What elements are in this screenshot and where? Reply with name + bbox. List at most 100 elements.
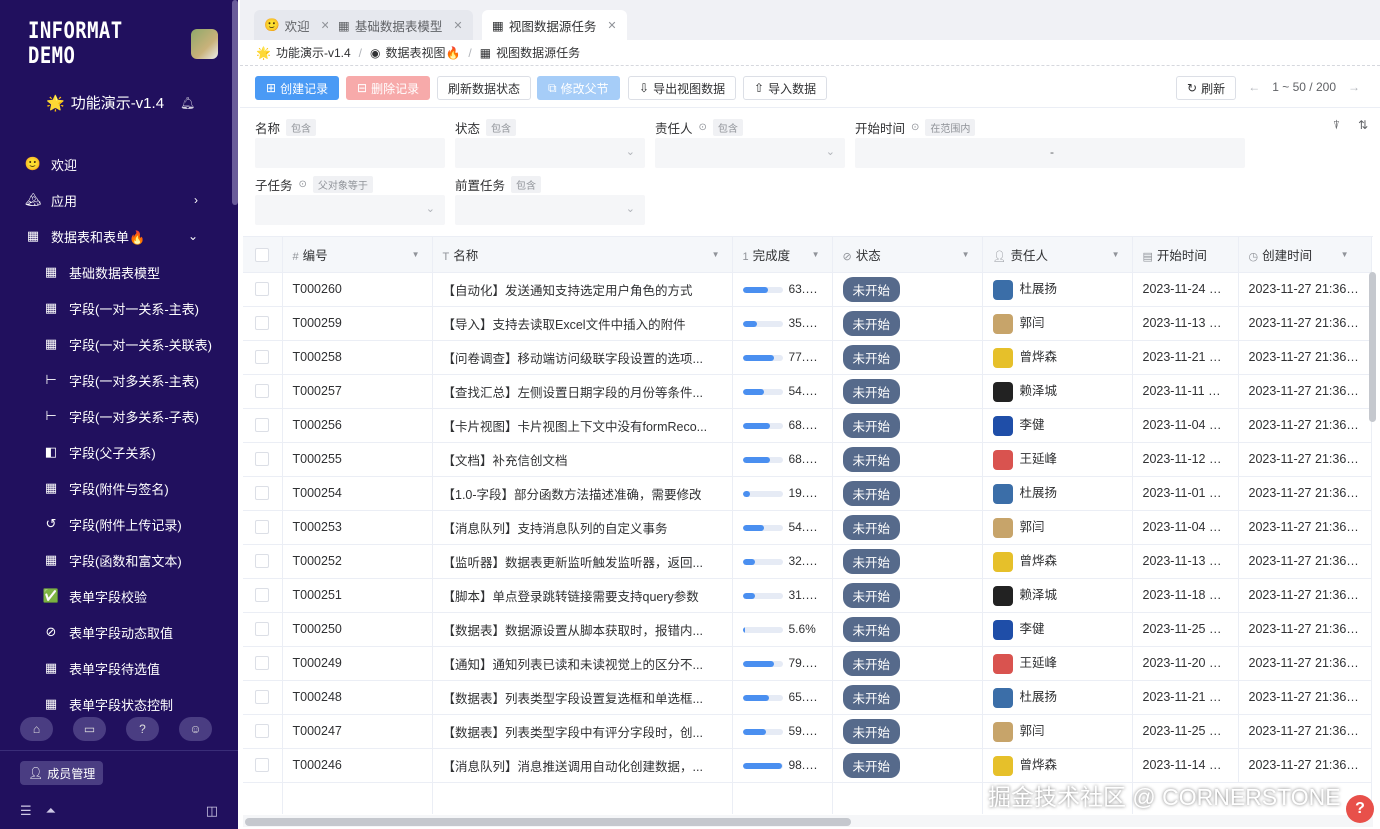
sidebar-scrollbar[interactable] [232, 0, 238, 205]
row-checkbox[interactable] [255, 758, 270, 773]
caret-down-icon[interactable]: ▼ [712, 250, 720, 259]
row-checkbox[interactable] [255, 622, 270, 637]
table-row[interactable]: T000253 【消息队列】支持消息队列的自定义事务 54.3% 未开始 郭闫 2023-… [243, 510, 1372, 545]
row-checkbox[interactable] [255, 282, 270, 297]
caret-down-icon[interactable]: ▼ [1341, 250, 1349, 259]
table-row[interactable]: T000247 【数据表】列表类型字段中有评分字段时，创... 59.4% 未开始 郭闫… [243, 714, 1372, 749]
message-icon[interactable]: ▭ [73, 717, 106, 741]
menu-collapse-icon[interactable]: ☰ [20, 803, 32, 819]
refresh-button[interactable]: ↻ 刷新 [1176, 76, 1237, 100]
table-row[interactable]: T000250 【数据表】数据源设置从脚本获取时，报错内... 5.6% 未开始 李健 2… [243, 612, 1372, 647]
cell-name[interactable]: 【消息队列】消息推送调用自动化创建数据，... [432, 748, 733, 783]
filter-subtask-select[interactable]: ⌄ [255, 195, 445, 225]
column-header-progress[interactable]: 1 完成度 ▼ [732, 237, 833, 273]
cell-name[interactable]: 【导入】支持去读取Excel文件中插入的附件 [432, 306, 733, 341]
caret-down-icon[interactable]: ▼ [1112, 250, 1120, 259]
help-icon[interactable]: ? [1346, 795, 1374, 823]
caret-down-icon[interactable]: ▼ [812, 250, 820, 259]
cell-name[interactable]: 【自动化】发送通知支持选定用户角色的方式 [432, 272, 733, 307]
filter-op[interactable]: 父对象等于 [312, 176, 373, 193]
cell-name[interactable]: 【数据表】数据源设置从脚本获取时，报错内... [432, 612, 733, 647]
tab-welcome[interactable]: 🙂 欢迎 ✕ [254, 10, 340, 40]
sidebar-item[interactable]: ⊘ 表单字段动态取值 [0, 614, 232, 650]
cell-name[interactable]: 【脚本】单点登录跳转链接需要支持query参数 [432, 578, 733, 613]
filter-op[interactable]: 包含 [286, 119, 317, 136]
row-checkbox[interactable] [255, 520, 270, 535]
cell-name[interactable]: 【卡片视图】卡片视图上下文中没有formReco... [432, 408, 733, 443]
table-row[interactable]: T000258 【问卷调查】移动端访问级联字段设置的选项... 77.6% 未开始 曾烨… [243, 340, 1372, 375]
home-icon[interactable]: ⌂ [20, 717, 53, 741]
user-avatar[interactable] [190, 29, 218, 59]
sidebar-item[interactable]: 🙂 欢迎 [0, 146, 232, 182]
filter-name-input[interactable] [255, 138, 445, 168]
table-vertical-scrollbar[interactable] [1369, 272, 1376, 422]
chevron-right-icon[interactable]: › [194, 193, 198, 207]
row-checkbox[interactable] [255, 452, 270, 467]
column-header-created[interactable]: ◷ 创建时间 ▼ [1238, 237, 1372, 273]
row-checkbox[interactable] [255, 656, 270, 671]
sidebar-item[interactable]: ▦ 字段(函数和富文本) [0, 542, 232, 578]
column-header-status[interactable]: ⊘ 状态 ▼ [832, 237, 983, 273]
cell-name[interactable]: 【1.0-字段】部分函数方法描述准确，需要修改 [432, 476, 733, 511]
cell-name[interactable]: 【问卷调查】移动端访问级联字段设置的选项... [432, 340, 733, 375]
column-header-owner[interactable]: 👤︎ 责任人 ▼ [982, 237, 1133, 273]
next-page-icon[interactable]: → [1348, 80, 1360, 94]
sidebar-item[interactable]: ▦ 字段(附件与签名) [0, 470, 232, 506]
table-row[interactable]: T000252 【监听器】数据表更新监听触发监听器，返回... 32.1% 未开始 曾烨… [243, 544, 1372, 579]
table-row[interactable]: T000255 【文档】补充信创文档 68.1% 未开始 王延峰 2023-11-12 2… [243, 442, 1372, 477]
cell-name[interactable]: 【查找汇总】左侧设置日期字段的月份等条件... [432, 374, 733, 409]
cell-name[interactable]: 【数据表】列表类型字段设置复选框和单选框... [432, 680, 733, 715]
row-checkbox[interactable] [255, 554, 270, 569]
row-checkbox[interactable] [255, 486, 270, 501]
row-checkbox[interactable] [255, 350, 270, 365]
sidebar-item[interactable]: ▦ 数据表和表单🔥 ⌄ [0, 218, 232, 254]
table-row[interactable]: T000260 【自动化】发送通知支持选定用户角色的方式 63.9% 未开始 杜展扬 20… [243, 272, 1372, 307]
tab-view-datasource[interactable]: ▦ 视图数据源任务 ✕ [482, 10, 627, 40]
sidebar-item[interactable]: ▦ 表单字段待选值 [0, 650, 232, 686]
breadcrumb-view[interactable]: ◉ 数据表视图🔥 [370, 44, 460, 61]
table-horizontal-scrollbar[interactable] [245, 818, 851, 826]
column-header-id[interactable]: # 编号 ▼ [282, 237, 433, 273]
breadcrumb-app[interactable]: 🌟 功能演示-v1.4 [256, 44, 351, 61]
caret-down-icon[interactable]: ▼ [962, 250, 970, 259]
cell-name[interactable]: 【数据表】列表类型字段中有评分字段时，创... [432, 714, 733, 749]
delete-record-button[interactable]: ⊟ 删除记录 [346, 76, 431, 100]
cell-name[interactable]: 【监听器】数据表更新监听触发监听器，返回... [432, 544, 733, 579]
row-checkbox[interactable] [255, 316, 270, 331]
table-row[interactable]: T000248 【数据表】列表类型字段设置复选框和单选框... 65.9% 未开始 杜展… [243, 680, 1372, 715]
cell-name[interactable]: 【文档】补充信创文档 [432, 442, 733, 477]
prev-page-icon[interactable]: ← [1248, 80, 1260, 94]
filter-op[interactable]: 包含 [712, 119, 743, 136]
app-title[interactable]: 🌟 功能演示-v1.4 🔔︎ [46, 92, 195, 113]
sidebar-item[interactable]: ↺ 字段(附件上传记录) [0, 506, 232, 542]
sidebar-item[interactable]: ◧ 字段(父子关系) [0, 434, 232, 470]
triangle-icon[interactable]: ⏶ [46, 803, 56, 819]
filter-pretask-select[interactable]: ⌄ [455, 195, 645, 225]
row-checkbox[interactable] [255, 418, 270, 433]
bell-icon[interactable]: 🔔︎ [180, 96, 195, 110]
refresh-status-button[interactable]: 刷新数据状态 [437, 76, 532, 100]
create-record-button[interactable]: ⊞ 创建记录 [255, 76, 340, 100]
filter-op[interactable]: 在范围内 [925, 119, 976, 136]
edit-parent-button[interactable]: ⧉ 修改父节 [537, 76, 620, 100]
sidebar-item[interactable]: ✅ 表单字段校验 [0, 578, 232, 614]
chevron-down-icon[interactable]: ⌄ [188, 229, 198, 243]
tab-base-model[interactable]: ▦ 基础数据表模型 ✕ [328, 10, 473, 40]
table-row[interactable]: T000249 【通知】通知列表已读和未读视觉上的区分不... 79.2% 未开始 王延… [243, 646, 1372, 681]
panel-toggle-icon[interactable]: ◫ [206, 803, 218, 819]
select-all-checkbox[interactable] [255, 247, 270, 262]
table-row[interactable]: T000251 【脚本】单点登录跳转链接需要支持query参数 31.4% 未开始 赖泽… [243, 578, 1372, 613]
cell-name[interactable]: 【消息队列】支持消息队列的自定义事务 [432, 510, 733, 545]
filter-start-range[interactable]: - [855, 138, 1245, 168]
row-checkbox[interactable] [255, 384, 270, 399]
sidebar-item[interactable]: ▦ 字段(一对一关系-主表) [0, 290, 232, 326]
close-icon[interactable]: ✕ [607, 19, 616, 32]
sidebar-item[interactable]: ▦ 基础数据表模型 [0, 254, 232, 290]
column-header-start[interactable]: ▤ 开始时间 [1132, 237, 1239, 273]
import-data-button[interactable]: ⇧ 导入数据 [743, 76, 828, 100]
table-row[interactable]: T000254 【1.0-字段】部分函数方法描述准确，需要修改 19.3% 未开始 杜展… [243, 476, 1372, 511]
sidebar-item[interactable]: ▦ 字段(一对一关系-关联表) [0, 326, 232, 362]
member-management-button[interactable]: 👤︎ 成员管理 [20, 761, 104, 785]
row-checkbox[interactable] [255, 724, 270, 739]
table-row[interactable]: T000257 【查找汇总】左侧设置日期字段的月份等条件... 54.9% 未开始 赖泽… [243, 374, 1372, 409]
